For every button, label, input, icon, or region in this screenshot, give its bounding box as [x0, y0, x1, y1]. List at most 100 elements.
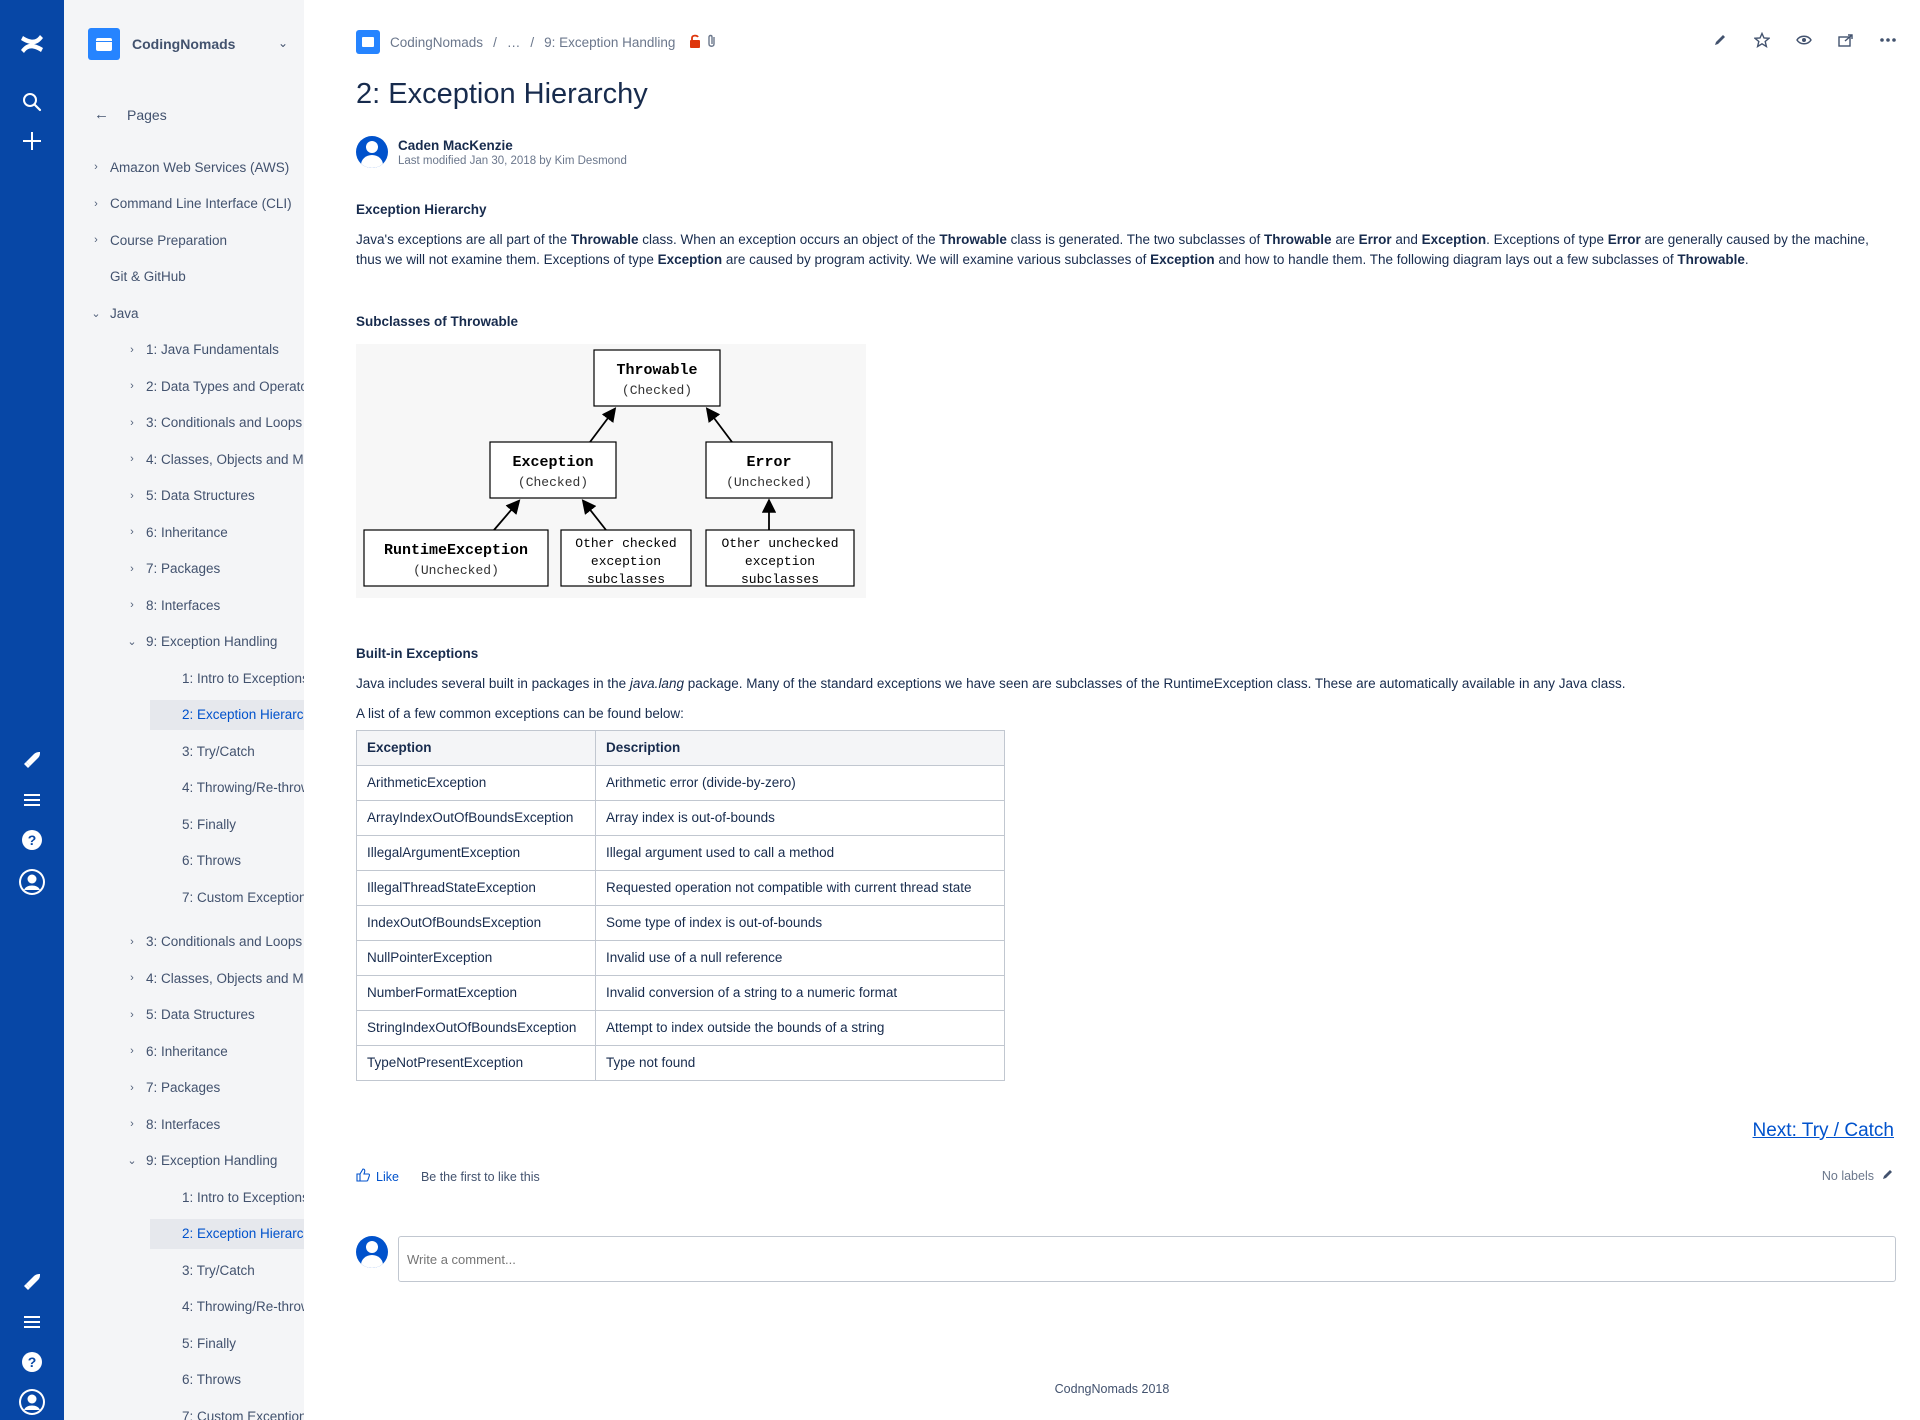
watch-icon[interactable] — [1794, 30, 1814, 50]
chevron-right-icon[interactable]: › — [124, 972, 140, 984]
help-icon[interactable]: ? — [16, 1346, 48, 1378]
chevron-right-icon[interactable]: › — [124, 563, 140, 575]
chevron-right-icon[interactable]: › — [124, 1009, 140, 1021]
like-button[interactable]: Like — [356, 1168, 399, 1185]
sidebar-item[interactable]: 2: Exception Hierarchy — [150, 1218, 304, 1249]
sidebar-item[interactable]: ⌄ 9: Exception Handling — [124, 627, 304, 657]
last-modified[interactable]: Last modified Jan 30, 2018 by Kim Desmon… — [398, 155, 627, 167]
emphasized-term: Exception — [657, 252, 723, 267]
chevron-down-icon[interactable]: ⌄ — [124, 635, 140, 648]
space-logo-icon — [356, 30, 380, 54]
exception-name: Exception — [512, 454, 593, 471]
sidebar-item[interactable]: › 6: Inheritance — [124, 517, 304, 547]
author-avatar[interactable] — [356, 136, 388, 168]
sidebar-item[interactable]: › 6: Inheritance — [124, 1036, 304, 1066]
sidebar-item[interactable]: 1: Intro to Exceptions — [150, 1182, 304, 1212]
breadcrumb-space[interactable]: CodingNomads — [390, 35, 483, 50]
sidebar-item[interactable]: 7: Custom Exceptions — [150, 882, 304, 912]
sidebar-item[interactable]: › Amazon Web Services (AWS) — [88, 152, 304, 182]
sidebar-item[interactable]: 4: Throwing/Re-throwing — [150, 773, 304, 803]
create-icon[interactable] — [16, 125, 48, 157]
chevron-right-icon[interactable]: › — [124, 453, 140, 465]
search-icon[interactable] — [16, 86, 48, 118]
sidebar-item[interactable]: › 8: Interfaces — [124, 590, 304, 620]
sidebar-item[interactable]: 5: Finally — [150, 1328, 304, 1358]
chevron-right-icon[interactable]: › — [88, 161, 104, 173]
chevron-right-icon[interactable]: › — [88, 198, 104, 210]
space-switcher[interactable]: CodingNomads ⌄ — [88, 28, 288, 60]
profile-icon[interactable] — [16, 866, 48, 898]
sidebar-item[interactable]: › 7: Packages — [124, 1073, 304, 1103]
star-icon[interactable] — [1752, 30, 1772, 50]
sidebar-item[interactable]: 6: Throws — [150, 1365, 304, 1395]
next-page-link[interactable]: Next: Try / Catch — [1753, 1120, 1894, 1142]
sidebar-item[interactable]: 1: Intro to Exceptions — [150, 663, 304, 693]
chevron-right-icon[interactable]: › — [124, 1118, 140, 1130]
sidebar-item[interactable]: 6: Throws — [150, 846, 304, 876]
edit-icon[interactable] — [1710, 30, 1730, 50]
main-content: CodingNomads / … / 9: Exception Handling… — [304, 0, 1920, 1420]
breadcrumb-ellipsis[interactable]: … — [507, 35, 521, 50]
sidebar-item[interactable]: › 7: Packages — [124, 554, 304, 584]
chevron-right-icon[interactable]: › — [124, 1045, 140, 1057]
sidebar-item[interactable]: ⌄ 9: Exception Handling — [124, 1146, 304, 1176]
chevron-right-icon[interactable]: › — [124, 380, 140, 392]
sidebar-item[interactable]: 3: Try/Catch — [150, 1255, 304, 1285]
chevron-right-icon[interactable]: › — [124, 490, 140, 502]
sidebar-item[interactable]: › 5: Data Structures — [124, 481, 304, 511]
sidebar-item-label: Command Line Interface (CLI) — [110, 196, 292, 211]
chevron-right-icon[interactable]: › — [124, 344, 140, 356]
sidebar-item[interactable]: 3: Try/Catch — [150, 736, 304, 766]
menu-icon[interactable] — [16, 784, 48, 816]
chevron-right-icon[interactable]: › — [124, 417, 140, 429]
chevron-down-icon[interactable]: ⌄ — [124, 1154, 140, 1167]
chevron-right-icon[interactable]: › — [124, 599, 140, 611]
italic-term: java.lang — [629, 676, 684, 691]
throwable-kind: (Checked) — [622, 383, 692, 398]
more-actions-icon[interactable] — [1878, 30, 1898, 50]
sidebar-item[interactable]: › 8: Interfaces — [124, 1109, 304, 1139]
breadcrumb-parent[interactable]: 9: Exception Handling — [544, 35, 675, 50]
emphasized-term: Exception — [1421, 232, 1487, 247]
sidebar-item[interactable]: › Command Line Interface (CLI) — [88, 189, 304, 219]
help-icon[interactable]: ? — [16, 824, 48, 856]
comment-input[interactable] — [398, 1236, 1896, 1282]
sidebar-item[interactable]: 7: Custom Exceptions — [150, 1401, 304, 1420]
other-checked-line: Other checked — [575, 536, 676, 551]
sidebar-item[interactable]: › 1: Java Fundamentals — [124, 335, 304, 365]
confluence-logo-icon[interactable] — [16, 28, 48, 60]
sidebar-item[interactable]: › 4: Classes, Objects and Methods — [124, 444, 304, 474]
chevron-right-icon[interactable]: › — [124, 936, 140, 948]
author-name[interactable]: Caden MacKenzie — [398, 138, 627, 153]
pages-back-link[interactable]: ← Pages — [94, 106, 167, 123]
sidebar-item[interactable]: 4: Throwing/Re-throwing — [150, 1292, 304, 1322]
chevron-right-icon[interactable]: › — [88, 234, 104, 246]
sidebar-item[interactable]: 2: Exception Hierarchy — [150, 699, 304, 730]
like-note: Be the first to like this — [420, 1169, 540, 1184]
sidebar-item[interactable]: › 5: Data Structures — [124, 1000, 304, 1030]
notifications-icon[interactable] — [16, 1266, 48, 1298]
sidebar-item-label: 6: Inheritance — [146, 524, 228, 540]
sidebar-item[interactable]: › Course Preparation — [88, 225, 304, 255]
profile-icon[interactable] — [16, 1386, 48, 1418]
sidebar-item[interactable]: › 2: Data Types and Operators — [124, 371, 304, 401]
notifications-icon[interactable] — [16, 744, 48, 776]
chevron-right-icon[interactable]: › — [124, 1082, 140, 1094]
share-icon[interactable] — [1836, 30, 1856, 50]
chevron-down-icon[interactable]: ⌄ — [88, 307, 104, 320]
attachment-icon[interactable] — [707, 34, 717, 51]
unlocked-restriction-icon[interactable] — [689, 34, 701, 51]
sidebar-item-label: 5: Finally — [182, 1335, 237, 1351]
sidebar-item[interactable]: › 3: Conditionals and Loops — [124, 408, 304, 438]
edit-labels-icon[interactable] — [1882, 1168, 1894, 1183]
chevron-down-icon[interactable]: ⌄ — [278, 36, 288, 50]
commenter-avatar — [356, 1236, 388, 1268]
sidebar-item[interactable]: Git & GitHub — [88, 262, 304, 292]
menu-icon[interactable] — [16, 1306, 48, 1338]
chevron-right-icon[interactable]: › — [124, 526, 140, 538]
sidebar-item[interactable]: › 3: Conditionals and Loops — [124, 927, 304, 957]
emphasized-term: Throwable — [1677, 252, 1745, 267]
sidebar-item[interactable]: 5: Finally — [150, 809, 304, 839]
sidebar-item[interactable]: ⌄ Java — [88, 298, 304, 328]
sidebar-item[interactable]: › 4: Classes, Objects and Methods — [124, 963, 304, 993]
